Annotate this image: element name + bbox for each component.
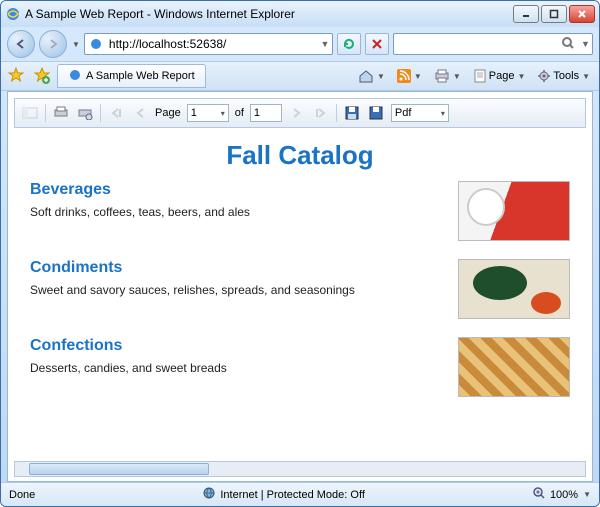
chevron-down-icon: ▼ <box>582 72 590 81</box>
page-menu-label: Page <box>489 70 515 82</box>
report-body[interactable]: Fall Catalog Beverages Soft drinks, coff… <box>8 128 592 461</box>
page-number-input[interactable]: 1▾ <box>187 104 229 122</box>
content-frame: Page 1▾ of 1 Pdf▾ Fall Catalog Beverages… <box>7 91 593 482</box>
forward-button[interactable] <box>39 30 67 58</box>
next-page-button[interactable] <box>288 104 306 122</box>
chevron-down-icon: ▼ <box>453 72 461 81</box>
chevron-down-icon: ▾ <box>441 109 445 118</box>
tab-label: A Sample Web Report <box>86 70 195 82</box>
separator <box>45 104 46 122</box>
prev-page-button[interactable] <box>131 104 149 122</box>
title-bar: A Sample Web Report - Windows Internet E… <box>1 1 599 27</box>
search-input[interactable] <box>394 37 557 51</box>
category-desc: Soft drinks, coffees, teas, beers, and a… <box>30 205 442 219</box>
report-toolbar: Page 1▾ of 1 Pdf▾ <box>14 98 586 128</box>
tools-menu-label: Tools <box>553 70 579 82</box>
add-favorites-icon[interactable] <box>31 65 53 87</box>
chevron-down-icon: ▼ <box>377 72 385 81</box>
security-zone: Internet | Protected Mode: Off <box>45 486 522 503</box>
zoom-icon <box>532 486 546 503</box>
chevron-down-icon[interactable]: ▼ <box>583 490 591 499</box>
separator <box>336 104 337 122</box>
maximize-button[interactable] <box>541 5 567 23</box>
chevron-down-icon: ▾ <box>221 109 225 118</box>
ie-logo-icon <box>5 6 21 22</box>
window-buttons <box>513 5 595 23</box>
print-settings-button[interactable] <box>76 104 94 122</box>
back-button[interactable] <box>7 30 35 58</box>
separator <box>100 104 101 122</box>
save-button[interactable] <box>343 104 361 122</box>
refresh-button[interactable] <box>337 33 361 55</box>
category-image <box>458 259 570 319</box>
status-text: Done <box>9 489 35 501</box>
search-icon[interactable] <box>557 36 579 53</box>
home-button[interactable]: ▼ <box>353 65 390 87</box>
search-dropdown-icon[interactable]: ▼ <box>579 39 592 49</box>
page-total-display: 1 <box>250 104 282 122</box>
category-text: Confections Desserts, candies, and sweet… <box>30 337 442 397</box>
first-page-button[interactable] <box>107 104 125 122</box>
page-label: Page <box>155 107 181 119</box>
page-total: 1 <box>254 107 260 119</box>
status-bar: Done Internet | Protected Mode: Off 100%… <box>1 482 599 506</box>
search-box[interactable]: ▼ <box>393 33 593 55</box>
tools-menu-button[interactable]: Tools▼ <box>532 65 595 87</box>
category-text: Condiments Sweet and savory sauces, reli… <box>30 259 442 319</box>
category-row: Beverages Soft drinks, coffees, teas, be… <box>30 181 570 241</box>
address-dropdown-icon[interactable]: ▼ <box>318 39 332 49</box>
zoom-value: 100% <box>550 489 578 501</box>
favorites-icon[interactable] <box>5 65 27 87</box>
tab-page-icon <box>68 68 82 85</box>
of-label: of <box>235 107 244 119</box>
browser-tab[interactable]: A Sample Web Report <box>57 64 206 88</box>
scrollbar-thumb[interactable] <box>29 463 209 475</box>
horizontal-scrollbar[interactable] <box>14 461 586 477</box>
command-bar: ▼ ▼ ▼ Page▼ Tools▼ <box>353 65 595 87</box>
ie-window: A Sample Web Report - Windows Internet E… <box>0 0 600 507</box>
report-title: Fall Catalog <box>30 140 570 171</box>
navigation-bar: ▼ ▼ ▼ <box>1 27 599 61</box>
stop-button[interactable] <box>365 33 389 55</box>
category-name: Beverages <box>30 181 442 199</box>
print-button[interactable]: ▼ <box>429 65 466 87</box>
nav-history-dropdown-icon[interactable]: ▼ <box>72 40 80 49</box>
chevron-down-icon: ▼ <box>517 72 525 81</box>
export-format-value: Pdf <box>395 107 412 119</box>
chevron-down-icon: ▼ <box>414 72 422 81</box>
feeds-button[interactable]: ▼ <box>392 65 427 87</box>
page-icon <box>89 37 103 51</box>
internet-zone-icon <box>202 486 216 503</box>
category-row: Condiments Sweet and savory sauces, reli… <box>30 259 570 319</box>
tab-bar: A Sample Web Report ▼ ▼ ▼ Page▼ Tools▼ <box>1 61 599 91</box>
category-desc: Sweet and savory sauces, relishes, sprea… <box>30 283 442 297</box>
category-text: Beverages Soft drinks, coffees, teas, be… <box>30 181 442 241</box>
category-desc: Desserts, candies, and sweet breads <box>30 361 442 375</box>
category-name: Confections <box>30 337 442 355</box>
category-row: Confections Desserts, candies, and sweet… <box>30 337 570 397</box>
zoom-control[interactable]: 100% ▼ <box>532 486 591 503</box>
toggle-toc-button[interactable] <box>21 104 39 122</box>
page-current: 1 <box>191 107 197 119</box>
export-button[interactable] <box>367 104 385 122</box>
address-bar[interactable]: ▼ <box>84 33 333 55</box>
page-menu-button[interactable]: Page▼ <box>468 65 531 87</box>
window-title: A Sample Web Report - Windows Internet E… <box>25 7 513 21</box>
export-format-select[interactable]: Pdf ▾ <box>391 104 449 122</box>
url-input[interactable] <box>107 35 318 53</box>
category-name: Condiments <box>30 259 442 277</box>
category-image <box>458 337 570 397</box>
print-report-button[interactable] <box>52 104 70 122</box>
minimize-button[interactable] <box>513 5 539 23</box>
category-image <box>458 181 570 241</box>
close-button[interactable] <box>569 5 595 23</box>
zone-text: Internet | Protected Mode: Off <box>220 489 365 501</box>
last-page-button[interactable] <box>312 104 330 122</box>
